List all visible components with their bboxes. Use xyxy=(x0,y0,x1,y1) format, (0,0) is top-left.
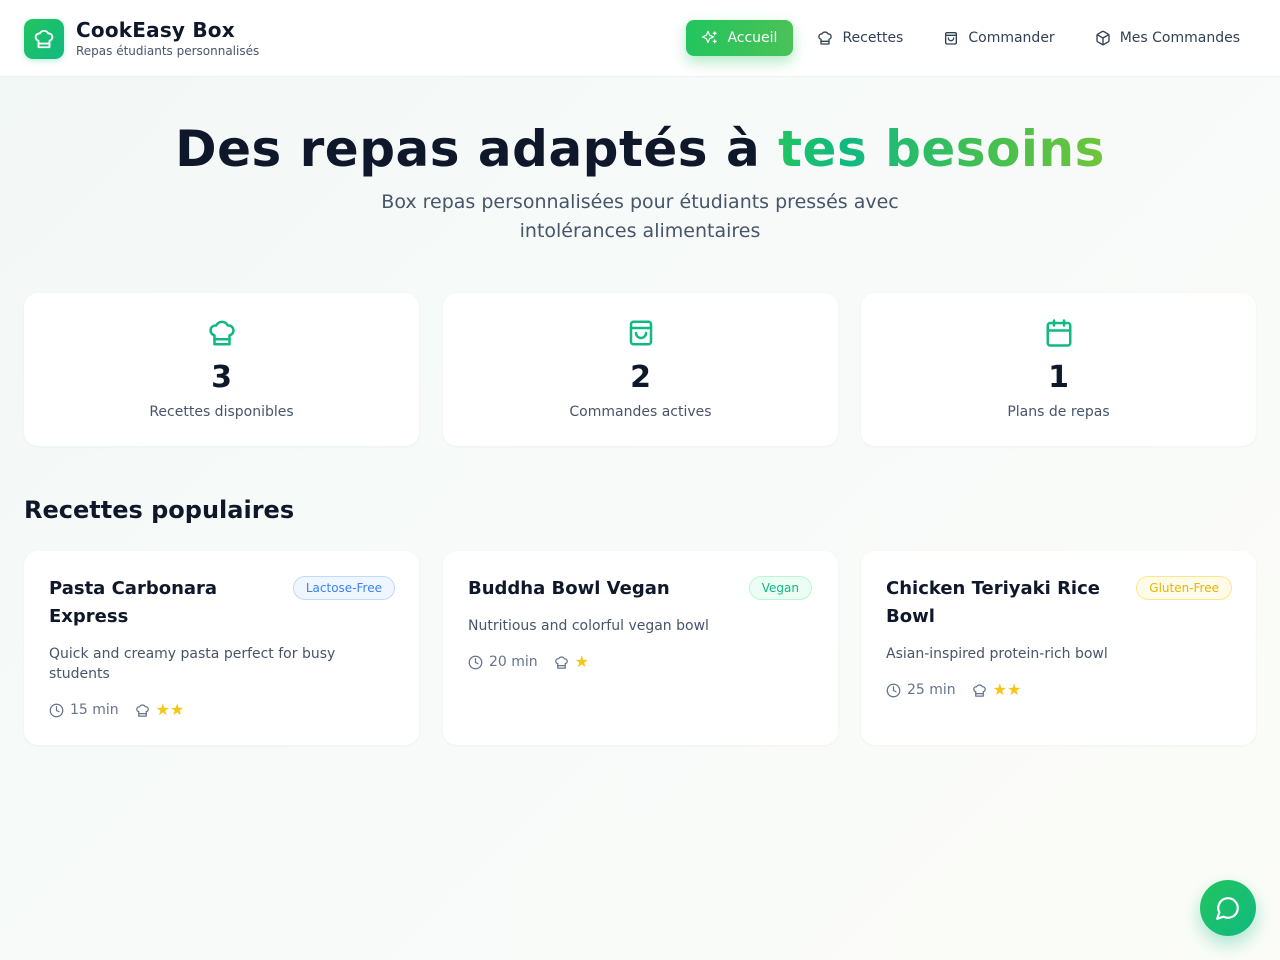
stat-value: 1 xyxy=(1048,360,1069,395)
nav-label: Accueil xyxy=(727,30,778,46)
recipe-meta: 20 min ★ xyxy=(468,652,589,672)
stat-card-orders: 2 Commandes actives xyxy=(443,293,838,446)
clock-icon xyxy=(886,683,901,698)
recipe-title: Buddha Bowl Vegan xyxy=(468,578,670,599)
recipe-meta: 25 min ★ ★ xyxy=(886,680,1021,700)
stat-card-recipes: 3 Recettes disponibles xyxy=(24,293,419,446)
stat-value: 2 xyxy=(630,360,651,395)
recipe-card[interactable]: Buddha Bowl Vegan Vegan Nutritious and c… xyxy=(443,551,838,745)
chef-hat-icon xyxy=(24,18,64,59)
clock-icon xyxy=(468,655,483,670)
brand[interactable]: CookEasy Box Repas étudiants personnalis… xyxy=(24,18,259,59)
stat-label: Plans de repas xyxy=(1007,404,1110,420)
stat-card-plans: 1 Plans de repas xyxy=(861,293,1256,446)
star-icon: ★ xyxy=(574,652,590,671)
nav-item-commander[interactable]: Commander xyxy=(927,20,1070,56)
recipe-title: Pasta Carbonara Express xyxy=(49,578,218,627)
diet-badge: Lactose-Free xyxy=(292,576,395,600)
hero-subtitle: Box repas personnalisées pour étudiants … xyxy=(381,191,899,242)
chef-hat-icon xyxy=(972,683,987,698)
stat-label: Commandes actives xyxy=(569,404,712,420)
recipe-card[interactable]: Chicken Teriyaki Rice Bowl Gluten-Free A… xyxy=(861,551,1256,745)
nav-item-recettes[interactable]: Recettes xyxy=(801,20,919,56)
nav-label: Recettes xyxy=(842,30,904,46)
recipe-time: 25 min xyxy=(907,682,956,698)
recipe-description: Quick and creamy pasta perfect for busy … xyxy=(49,646,336,682)
chat-bubble-icon xyxy=(1215,895,1241,921)
recipe-card[interactable]: Pasta Carbonara Express Lactose-Free Qui… xyxy=(24,551,419,745)
stat-value: 3 xyxy=(211,360,232,395)
recipe-time: 15 min xyxy=(70,702,119,718)
shopping-bag-icon xyxy=(943,30,959,46)
calendar-icon xyxy=(1044,318,1074,348)
stat-label: Recettes disponibles xyxy=(149,404,294,420)
recipe-title: Chicken Teriyaki Rice Bowl xyxy=(886,578,1100,627)
section-title: Recettes populaires xyxy=(24,496,295,524)
recipe-meta: 15 min ★ ★ xyxy=(49,700,184,720)
clock-icon xyxy=(49,703,64,718)
shopping-bag-icon xyxy=(626,318,656,348)
sparkles-icon xyxy=(702,30,718,46)
star-icon: ★ xyxy=(155,700,171,719)
brand-subtitle: Repas étudiants personnalisés xyxy=(76,44,260,58)
main-nav: Accueil Recettes Commander Mes Commandes xyxy=(678,20,1256,56)
chef-hat-icon xyxy=(554,655,569,670)
chef-hat-icon xyxy=(817,30,833,46)
chat-button[interactable] xyxy=(1200,880,1256,936)
recipe-time: 20 min xyxy=(489,654,538,670)
star-icon: ★ xyxy=(992,680,1008,699)
star-icon: ★ xyxy=(170,700,185,719)
recipe-description: Nutritious and colorful vegan bowl xyxy=(468,618,709,634)
package-icon xyxy=(1095,30,1111,46)
recipe-description: Asian-inspired protein-rich bowl xyxy=(886,646,1108,662)
diet-badge: Gluten-Free xyxy=(1136,576,1232,600)
hero-title-main: Des repas adaptés à xyxy=(175,120,761,178)
chef-hat-icon xyxy=(135,703,150,718)
star-icon: ★ xyxy=(1007,680,1022,699)
nav-label: Commander xyxy=(968,30,1055,46)
diet-badge: Vegan xyxy=(748,576,812,600)
app-header: CookEasy Box Repas étudiants personnalis… xyxy=(0,0,1280,77)
nav-label: Mes Commandes xyxy=(1119,30,1240,46)
nav-item-accueil[interactable]: Accueil xyxy=(686,20,794,56)
brand-title: CookEasy Box xyxy=(76,18,235,42)
chef-hat-icon xyxy=(207,318,237,348)
hero-title-highlight: tes besoins xyxy=(778,120,1105,178)
hero-title: Des repas adaptés à tes besoins xyxy=(0,118,1280,180)
nav-item-mes-commandes[interactable]: Mes Commandes xyxy=(1079,20,1256,56)
